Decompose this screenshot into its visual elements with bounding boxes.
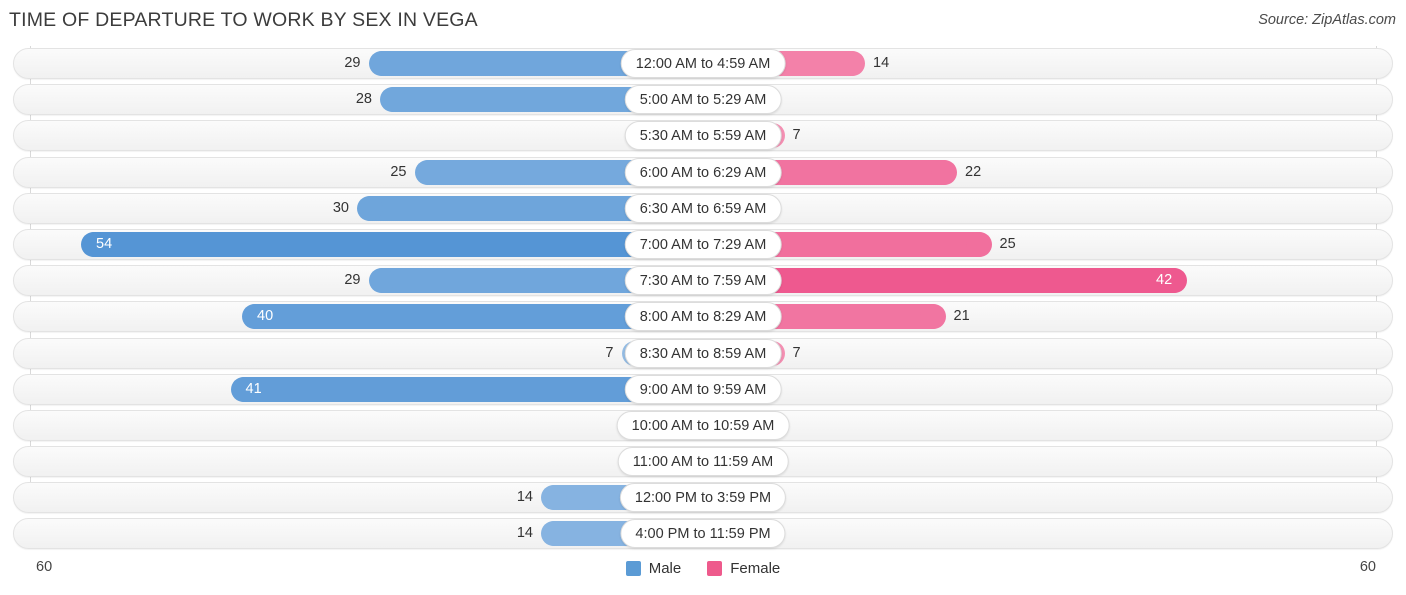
bar-value-male: 41	[245, 380, 262, 397]
bar-female-cap	[965, 231, 992, 257]
chart-row: 1010:00 AM to 10:59 AM	[0, 408, 1406, 444]
category-label: 6:00 AM to 6:29 AM	[624, 157, 782, 187]
chart-header: TIME OF DEPARTURE TO WORK BY SEX IN VEGA…	[0, 0, 1406, 46]
bar-female-cap	[839, 51, 865, 76]
bar-value-female: 7	[792, 127, 801, 144]
legend-item-female[interactable]: Female	[707, 560, 780, 577]
bar-female-cap	[931, 159, 957, 185]
chart-plot-area: 29 14 12:00 AM to 4:59 AM 2805:00 AM to 5:2…	[0, 46, 1406, 551]
chart-row: 54 25 7:00 AM to 7:29 AM	[0, 227, 1406, 263]
category-label: 7:30 AM to 7:59 AM	[624, 266, 782, 296]
bar-value-male: 54	[96, 235, 113, 252]
chart-row: 25 22 6:00 AM to 6:29 AM	[0, 155, 1406, 191]
bar-value-male: 29	[344, 272, 361, 289]
page-title: TIME OF DEPARTURE TO WORK BY SEX IN VEGA	[9, 9, 478, 31]
category-label: 4:00 PM to 11:59 PM	[620, 519, 786, 549]
chart-row: 7 7 8:30 AM to 8:59 AM	[0, 336, 1406, 372]
bar-value-female: 25	[999, 235, 1016, 252]
category-label: 12:00 AM to 4:59 AM	[620, 49, 786, 78]
chart-rows: 29 14 12:00 AM to 4:59 AM 2805:00 AM to 5:2…	[0, 46, 1406, 553]
bar-value-female: 7	[792, 344, 801, 361]
bar-male-cap	[414, 159, 441, 185]
bar-male-cap	[368, 51, 395, 76]
bar-value-male: 14	[516, 525, 533, 542]
bar-value-male: 7	[605, 344, 614, 361]
chart-row: 1454:00 PM to 11:59 PM	[0, 516, 1406, 552]
bar-male[interactable]	[81, 231, 703, 257]
bar-value-female: 21	[953, 308, 970, 325]
chart-footer: 60 60 Male Female	[0, 551, 1406, 595]
bar-male-cap	[368, 268, 395, 294]
chart-legend: Male Female	[0, 560, 1406, 577]
bar-value-female: 42	[1156, 272, 1173, 289]
bar-female-cap	[919, 304, 946, 330]
bar-value-female: 14	[873, 55, 890, 71]
chart-row: 29 42 7:30 AM to 7:59 AM	[0, 263, 1406, 299]
category-label: 12:00 PM to 3:59 PM	[619, 483, 787, 513]
bar-male-cap	[380, 87, 406, 113]
legend-label-male: Male	[648, 560, 682, 577]
bar-male-cap	[541, 521, 567, 547]
bar-value-male: 14	[516, 489, 533, 506]
category-label: 5:00 AM to 5:29 AM	[624, 85, 782, 115]
chart-row: 4109:00 AM to 9:59 AM	[0, 372, 1406, 408]
bar-value-male: 29	[344, 55, 361, 71]
chart-row: 2805:00 AM to 5:29 AM	[0, 82, 1406, 118]
category-label: 5:30 AM to 5:59 AM	[624, 121, 782, 151]
chart-row: 14212:00 PM to 3:59 PM	[0, 480, 1406, 516]
chart-row: 29 14 12:00 AM to 4:59 AM	[0, 46, 1406, 82]
bar-value-male: 40	[257, 308, 274, 325]
bar-male-cap	[541, 485, 567, 511]
chart-row: 475:30 AM to 5:59 AM	[0, 118, 1406, 154]
bar-male-cap	[357, 195, 383, 221]
bar-value-female: 22	[965, 163, 982, 180]
legend-swatch-male-icon	[625, 561, 641, 576]
bar-value-male: 30	[332, 199, 349, 216]
bar-value-male: 25	[390, 163, 407, 180]
category-label: 6:30 AM to 6:59 AM	[624, 193, 782, 223]
legend-swatch-female-icon	[707, 561, 723, 576]
category-label: 11:00 AM to 11:59 AM	[617, 447, 789, 477]
category-label: 10:00 AM to 10:59 AM	[616, 410, 790, 440]
source-attribution: Source: ZipAtlas.com	[1258, 12, 1396, 28]
legend-item-male[interactable]: Male	[625, 560, 682, 577]
chart-row: 0011:00 AM to 11:59 AM	[0, 444, 1406, 480]
legend-label-female: Female	[730, 560, 781, 577]
chart-row: 3036:30 AM to 6:59 AM	[0, 191, 1406, 227]
category-label: 9:00 AM to 9:59 AM	[624, 374, 782, 404]
chart-row: 40 21 8:00 AM to 8:29 AM	[0, 299, 1406, 335]
category-label: 8:00 AM to 8:29 AM	[624, 302, 782, 332]
bar-value-male: 28	[355, 91, 372, 108]
category-label: 7:00 AM to 7:29 AM	[624, 229, 782, 259]
category-label: 8:30 AM to 8:59 AM	[624, 338, 782, 368]
